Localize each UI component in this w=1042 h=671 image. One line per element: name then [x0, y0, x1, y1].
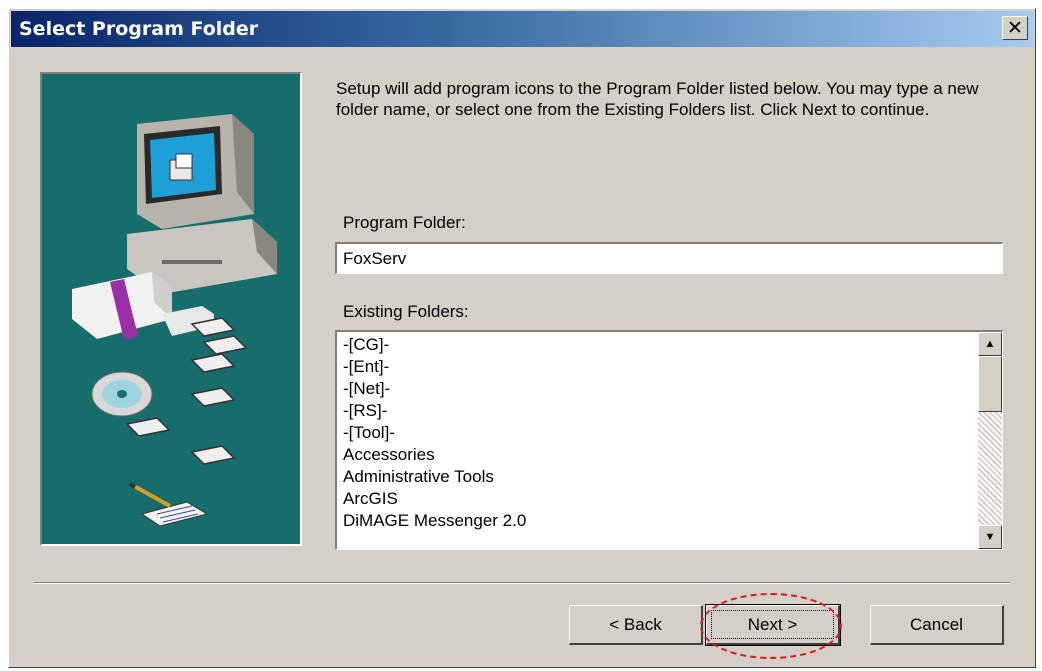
- list-item[interactable]: Administrative Tools: [343, 466, 526, 488]
- program-folder-label: Program Folder:: [343, 213, 466, 232]
- existing-folders-list[interactable]: -[CG]- -[Ent]- -[Net]- -[RS]- -[Tool]- A…: [335, 330, 1003, 550]
- scroll-down-button[interactable]: ▼: [978, 525, 1002, 549]
- scroll-down-arrow-icon: ▼: [984, 530, 996, 543]
- scroll-thumb[interactable]: [978, 356, 1002, 412]
- list-item[interactable]: DiMAGE Messenger 2.0: [343, 510, 526, 532]
- list-item[interactable]: -[Ent]-: [343, 356, 526, 378]
- window-title: Select Program Folder: [19, 18, 259, 40]
- close-icon: ✕: [1007, 17, 1023, 39]
- instructions-text: Setup will add program icons to the Prog…: [336, 79, 979, 119]
- scroll-up-button[interactable]: ▲: [978, 332, 1002, 356]
- list-item[interactable]: Accessories: [343, 444, 526, 466]
- title-bar[interactable]: Select Program Folder ✕: [11, 11, 1033, 47]
- cancel-button[interactable]: Cancel: [870, 605, 1004, 645]
- existing-folders-label: Existing Folders:: [343, 302, 469, 321]
- list-item[interactable]: -[Net]-: [343, 378, 526, 400]
- next-button[interactable]: Next >: [705, 604, 841, 646]
- list-item[interactable]: -[RS]-: [343, 400, 526, 422]
- setup-wizard-computer-icon: [72, 114, 277, 527]
- list-item[interactable]: -[CG]-: [343, 334, 526, 356]
- vertical-scrollbar[interactable]: ▲ ▼: [978, 332, 1002, 549]
- program-folder-input[interactable]: [335, 242, 1003, 274]
- next-button-label: Next >: [747, 614, 798, 634]
- list-item[interactable]: ArcGIS: [343, 488, 526, 510]
- close-button[interactable]: ✕: [1002, 16, 1028, 40]
- setup-artwork: [40, 72, 302, 546]
- list-item[interactable]: -[Tool]-: [343, 422, 526, 444]
- scroll-up-arrow-icon: ▲: [984, 337, 996, 350]
- dialog-separator: [34, 582, 1010, 584]
- back-button[interactable]: < Back: [569, 605, 703, 645]
